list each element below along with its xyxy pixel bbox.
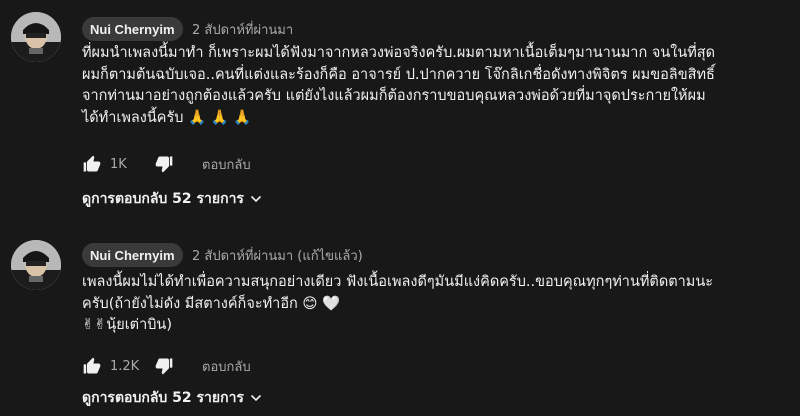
view-replies-button[interactable]: ดูการตอบกลับ 52 รายการ	[82, 187, 262, 211]
comment-line: ที่ผมนำเพลงนี้มาทำ ก็เพราะผมได้ฟังมาจากห…	[82, 45, 716, 61]
avatar-image	[11, 240, 61, 290]
comment-line: ผมก็ตามต้นฉบับเจอ..คนที่แต่งและร้องก็คือ…	[82, 66, 715, 83]
comment-line: ครับ(ถ้ายังไม่ดัง มีสตางค์ก็จะทำอีก 😊 🤍	[82, 295, 341, 312]
avatar-image	[11, 12, 61, 62]
chevron-down-icon	[250, 195, 262, 203]
author-name-text: Nui Chernyim	[90, 247, 175, 263]
thumbs-up-icon[interactable]	[82, 356, 102, 376]
author-name-text: Nui Chernyim	[90, 21, 175, 37]
thumbs-down-icon[interactable]	[154, 356, 174, 376]
thumbs-up-icon[interactable]	[82, 154, 102, 174]
view-replies-button[interactable]: ดูการตอบกลับ 52 รายการ	[82, 386, 262, 410]
author-name[interactable]: Nui Chernyim	[82, 243, 183, 267]
reply-button[interactable]: ตอบกลับ	[202, 356, 251, 377]
like-count: 1K	[110, 156, 127, 172]
comment-body: เพลงนี้ผมไม่ได้ทำเพื่อความสนุกอย่างเดียว…	[82, 272, 782, 337]
avatar[interactable]	[11, 12, 61, 62]
view-replies-label: ดูการตอบกลับ 52 รายการ	[82, 191, 244, 207]
reply-button[interactable]: ตอบกลับ	[202, 154, 251, 175]
thumbs-down-icon[interactable]	[154, 154, 174, 174]
comment-actions: 1.2K ตอบกลับ	[82, 354, 251, 378]
comment-line: ✌✌นุ้ยเต่าบิน)	[82, 317, 172, 333]
comment-actions: 1K ตอบกลับ	[82, 152, 251, 176]
timestamp[interactable]: 2 สัปดาห์ที่ผ่านมา	[192, 17, 293, 41]
view-replies-label: ดูการตอบกลับ 52 รายการ	[82, 390, 244, 406]
timestamp[interactable]: 2 สัปดาห์ที่ผ่านมา (แก้ไขแล้ว)	[192, 243, 363, 267]
like-count: 1.2K	[110, 358, 140, 374]
comment-line: จากท่านมาอย่างถูกต้องแล้วครับ แต่ยังไงแล…	[82, 88, 706, 104]
avatar[interactable]	[11, 240, 61, 290]
chevron-down-icon	[250, 394, 262, 402]
author-name[interactable]: Nui Chernyim	[82, 17, 183, 41]
comment-body: ที่ผมนำเพลงนี้มาทำ ก็เพราะผมได้ฟังมาจากห…	[82, 43, 782, 129]
comment-line: ได้ทำเพลงนี้ครับ 🙏 🙏 🙏	[82, 109, 252, 126]
comment-line: เพลงนี้ผมไม่ได้ทำเพื่อความสนุกอย่างเดียว…	[82, 274, 714, 290]
